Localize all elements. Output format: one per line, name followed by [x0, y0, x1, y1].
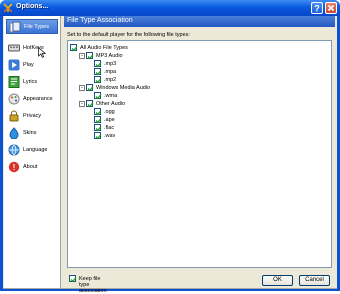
tree-item-label: .wma	[104, 93, 118, 99]
help-button[interactable]: ?	[311, 2, 323, 14]
tree-item-label: All Audio File Types	[80, 45, 128, 51]
sidebar-item-skins[interactable]: Skins	[6, 126, 58, 141]
tree-item[interactable]: .mpa	[86, 68, 286, 76]
svg-text:?: ?	[314, 4, 320, 14]
close-icon	[327, 4, 335, 12]
skins-icon	[9, 127, 19, 139]
sidebar-item-label: Play	[23, 62, 34, 68]
lyrics-icon	[8, 76, 20, 88]
checkmark-icon	[70, 277, 77, 283]
sidebar-item-label: Appearance	[23, 96, 53, 102]
tree-item[interactable]: .wav	[86, 132, 286, 140]
sidebar-item-play[interactable]: Play	[6, 58, 58, 73]
dialog-client: File Types HotKeys Play Lyrics Appearance Pri…	[3, 16, 337, 294]
tree-item-checkbox[interactable]	[94, 116, 102, 124]
tree-item-label: .flac	[104, 125, 115, 131]
options-window: Options... ? File Types HotKeys Play Lyrics…	[0, 0, 340, 294]
sidebar-item-file-types[interactable]: File Types	[6, 19, 58, 34]
checkmark-icon	[95, 134, 102, 140]
tree-item-checkbox[interactable]	[94, 68, 102, 76]
language-icon	[8, 144, 20, 156]
tree-item-checkbox[interactable]	[86, 52, 94, 60]
tree-item[interactable]: - Windows Media Audio	[78, 84, 278, 92]
info-icon: !	[8, 161, 20, 173]
tree-item-label: .ape	[104, 117, 115, 123]
checkmark-icon	[95, 70, 102, 76]
title-bar[interactable]: Options... ?	[0, 0, 340, 16]
lock-icon	[9, 110, 19, 122]
checkmark-icon	[95, 94, 102, 100]
tree-item-label: .ogg	[104, 109, 115, 115]
sidebar-item-label: About	[23, 164, 38, 170]
keyboard-icon	[8, 44, 20, 52]
tree-item-checkbox[interactable]	[70, 44, 78, 52]
tree-item-checkbox[interactable]	[94, 92, 102, 100]
close-button[interactable]	[325, 2, 337, 14]
tree-item-checkbox[interactable]	[86, 100, 94, 108]
sidebar-item-about[interactable]: ! About	[6, 160, 58, 175]
tree-item-label: Other Audio	[96, 101, 126, 107]
tree-item-checkbox[interactable]	[94, 76, 102, 84]
file-types-icon	[9, 21, 21, 33]
checkmark-icon	[87, 86, 94, 92]
checkmark-icon	[95, 126, 102, 132]
tree-item-label: .mp3	[104, 61, 117, 67]
tree-item-checkbox[interactable]	[94, 60, 102, 68]
tree-item[interactable]: .ogg	[86, 108, 286, 116]
sidebar-item-label: Language	[23, 147, 48, 153]
checkmark-icon	[95, 62, 102, 68]
sidebar-item-lyrics[interactable]: Lyrics	[6, 75, 58, 90]
appearance-icon	[8, 93, 20, 105]
collapse-toggle-icon[interactable]: -	[79, 53, 85, 59]
keep-association-checkbox[interactable]	[69, 275, 77, 283]
sidebar-item-language[interactable]: Language	[6, 143, 58, 158]
tree-item-label: Windows Media Audio	[96, 85, 151, 91]
collapse-toggle-icon[interactable]: -	[79, 85, 85, 91]
sidebar-item-appearance[interactable]: Appearance	[6, 92, 58, 107]
app-icon	[3, 3, 13, 13]
tree-item[interactable]: .mp3	[86, 60, 286, 68]
sidebar-item-label: Lyrics	[23, 79, 38, 85]
sidebar-item-privacy[interactable]: Privacy	[6, 109, 58, 124]
ok-button[interactable]: OK	[262, 275, 293, 286]
file-type-tree[interactable]: -All Audio File Types-MP3 Audio.mp3.mpa.…	[67, 40, 332, 268]
tree-item[interactable]: .wma	[86, 92, 286, 100]
tree-item[interactable]: - MP3 Audio	[78, 52, 278, 60]
svg-text:!: !	[13, 163, 16, 172]
tree-item[interactable]: - Other Audio	[78, 100, 278, 108]
panel-description: Set to the default player for the follow…	[67, 32, 190, 38]
help-icon: ?	[314, 4, 320, 14]
tree-item-checkbox[interactable]	[94, 132, 102, 140]
tree-item[interactable]: .ape	[86, 116, 286, 124]
tree-item-label: .wav	[104, 133, 116, 139]
panel-title: File Type Association	[64, 16, 335, 27]
options-sidebar: File Types HotKeys Play Lyrics Appearance Pri…	[4, 16, 61, 288]
checkmark-icon	[71, 46, 78, 52]
checkmark-icon	[87, 102, 94, 108]
checkmark-icon	[95, 118, 102, 124]
sidebar-item-label: Privacy	[23, 113, 42, 119]
tree-item-label: .mpa	[104, 69, 117, 75]
cancel-button[interactable]: Cancel	[299, 275, 330, 286]
tree-item-checkbox[interactable]	[94, 108, 102, 116]
sidebar-item-hotkeys[interactable]: HotKeys	[6, 41, 58, 56]
checkmark-icon	[95, 110, 102, 116]
mouse-cursor-icon	[38, 47, 46, 58]
sidebar-item-label: Skins	[23, 130, 37, 136]
tree-item[interactable]: .mp2	[86, 76, 286, 84]
tree-item-checkbox[interactable]	[94, 124, 102, 132]
footer-divider	[3, 288, 337, 289]
checkmark-icon	[95, 78, 102, 84]
tree-item-label: MP3 Audio	[96, 53, 123, 59]
sidebar-item-label: File Types	[24, 24, 49, 30]
keep-association-label: Keep file type association	[79, 276, 107, 294]
collapse-toggle-icon[interactable]: -	[79, 101, 85, 107]
checkmark-icon	[87, 54, 94, 60]
play-icon	[8, 59, 20, 71]
window-title: Options...	[16, 3, 49, 10]
tree-item[interactable]: .flac	[86, 124, 286, 132]
tree-item-label: .mp2	[104, 77, 117, 83]
tree-item-checkbox[interactable]	[86, 84, 94, 92]
tree-item[interactable]: -All Audio File Types	[70, 44, 270, 52]
